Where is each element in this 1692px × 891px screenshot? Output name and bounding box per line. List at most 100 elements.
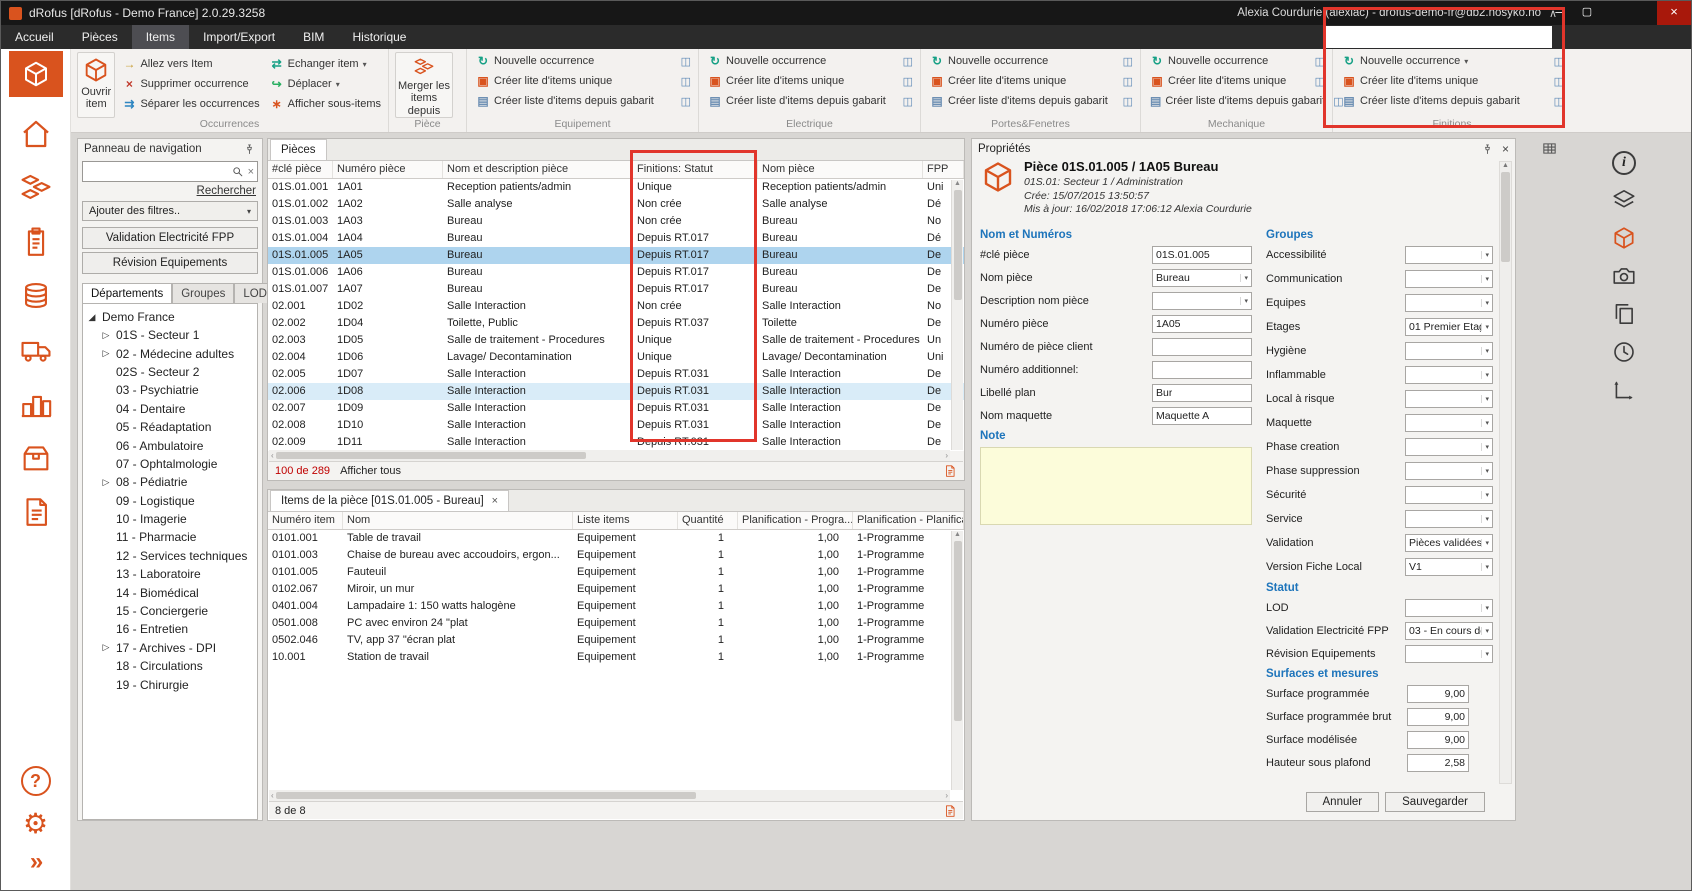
field-select[interactable]: Pièces validées▾: [1405, 534, 1493, 552]
field-select[interactable]: ▾: [1405, 294, 1493, 312]
menu-item[interactable]: Historique: [338, 25, 420, 49]
paste-icon[interactable]: ◫: [673, 95, 691, 108]
field-input[interactable]: 1A05▾: [1152, 315, 1252, 333]
clear-search-icon[interactable]: ×: [248, 166, 254, 178]
column-header[interactable]: FPP: [923, 161, 964, 178]
menu-item[interactable]: Items: [132, 25, 189, 49]
ribbon-button[interactable]: ↻ Nouvelle occurrence▾ ◫: [705, 51, 916, 71]
ribbon-button[interactable]: ▤ Créer liste d'items depuis gabarit▾ ◫: [927, 91, 1136, 111]
column-header[interactable]: Nom pièce: [758, 161, 923, 178]
camera-icon[interactable]: [1611, 263, 1637, 289]
paste-icon[interactable]: ◫: [1546, 95, 1564, 108]
field-select[interactable]: ▾: [1405, 270, 1493, 288]
field-input[interactable]: 01S.01.005▾: [1152, 246, 1252, 264]
menu-item[interactable]: Import/Export: [189, 25, 289, 49]
help-icon[interactable]: ?: [21, 766, 51, 796]
table-row[interactable]: 0101.003 Chaise de bureau avec accoudoir…: [268, 547, 964, 564]
field-select[interactable]: ▾: [1405, 486, 1493, 504]
tree-item[interactable]: ▷ 13 - Laboratoire: [87, 565, 257, 583]
sidebar-item-reports[interactable]: [19, 495, 53, 529]
tree-root[interactable]: ◢ Demo France: [87, 308, 257, 326]
paste-icon[interactable]: ◫: [673, 75, 691, 88]
paste-icon[interactable]: ◫: [1307, 75, 1325, 88]
tree-item[interactable]: ▷ 08 - Pédiatrie: [87, 473, 257, 491]
field-select[interactable]: 01 Premier Etag▾: [1405, 318, 1493, 336]
sidebar-item-systems[interactable]: [19, 387, 53, 421]
tree-item[interactable]: ▷ 01S - Secteur 1: [87, 326, 257, 344]
search-link[interactable]: Rechercher: [197, 185, 256, 197]
report-icon[interactable]: [943, 804, 957, 818]
paste-icon[interactable]: ◫: [1546, 55, 1564, 68]
table-row[interactable]: 01S.01.003 1A03 Bureau Non crée Bureau N…: [268, 213, 964, 230]
tree-item[interactable]: ▷ 11 - Pharmacie: [87, 528, 257, 546]
ribbon-button[interactable]: ↪ Déplacer ▾: [267, 74, 384, 94]
vertical-scrollbar[interactable]: ▲: [951, 180, 963, 450]
cancel-button[interactable]: Annuler: [1306, 792, 1380, 812]
table-row[interactable]: 0101.001 Table de travail Equipement 1 1…: [268, 530, 964, 547]
tree-item[interactable]: ▷ 14 - Biomédical: [87, 583, 257, 601]
tree-item[interactable]: ▷ 06 - Ambulatoire: [87, 436, 257, 454]
table-row[interactable]: 01S.01.004 1A04 Bureau Depuis RT.017 Bur…: [268, 230, 964, 247]
table-row[interactable]: 01S.01.007 1A07 Bureau Depuis RT.017 Bur…: [268, 281, 964, 298]
table-row[interactable]: 0502.046 TV, app 37 "écran plat Equipeme…: [268, 632, 964, 649]
tree-item[interactable]: ▷ 15 - Conciergerie: [87, 602, 257, 620]
tree-collapsed-icon[interactable]: ▷: [101, 330, 111, 341]
ribbon-button[interactable]: ↻ Nouvelle occurrence▾ ◫: [473, 51, 694, 71]
ribbon-button[interactable]: → Allez vers Item: [119, 54, 262, 74]
vertical-scrollbar[interactable]: ▲: [1499, 161, 1512, 784]
report-icon[interactable]: [943, 464, 957, 478]
table-row[interactable]: 01S.01.002 1A02 Salle analyse Non crée S…: [268, 196, 964, 213]
search-input[interactable]: [86, 166, 229, 178]
ribbon-button[interactable]: ↻ Nouvelle occurrence▾ ◫: [1147, 51, 1328, 71]
table-row[interactable]: 10.001 Station de travail Equipement 1 1…: [268, 649, 964, 666]
settings-gear-icon[interactable]: ⚙: [23, 810, 48, 838]
search-icon[interactable]: [231, 165, 244, 178]
table-row[interactable]: 02.004 1D06 Lavage/ Decontamination Uniq…: [268, 349, 964, 366]
paste-icon[interactable]: ◫: [895, 95, 913, 108]
table-row[interactable]: 02.005 1D07 Salle Interaction Depuis RT.…: [268, 366, 964, 383]
maximize-button[interactable]: ▢: [1573, 1, 1601, 25]
tree-item[interactable]: ▷ 12 - Services techniques: [87, 547, 257, 565]
merge-items-button[interactable]: Merger les items depuis: [395, 52, 453, 118]
paste-icon[interactable]: ◫: [895, 55, 913, 68]
pages-icon[interactable]: [1611, 301, 1637, 327]
field-select[interactable]: ▾: [1405, 246, 1493, 264]
close-panel-icon[interactable]: ×: [1502, 142, 1509, 156]
column-header[interactable]: #clé pièce: [268, 161, 333, 178]
save-button[interactable]: Sauvegarder: [1385, 792, 1485, 812]
expand-sidebar-icon[interactable]: »: [30, 848, 41, 876]
tree-item[interactable]: ▷ 17 - Archives - DPI: [87, 639, 257, 657]
column-header[interactable]: Planification - Planificat...: [853, 512, 964, 529]
menu-item[interactable]: BIM: [289, 25, 338, 49]
field-select[interactable]: ▾: [1405, 342, 1493, 360]
column-header[interactable]: Quantité: [678, 512, 738, 529]
tree-item[interactable]: ▷ 04 - Dentaire: [87, 400, 257, 418]
pin-icon[interactable]: [1481, 143, 1494, 156]
nav-tab[interactable]: Départements: [82, 283, 172, 303]
column-header[interactable]: Nom: [343, 512, 573, 529]
field-input[interactable]: 2,58: [1407, 754, 1469, 772]
ribbon-button[interactable]: ▣ Créer lite d'items unique▾ ◫: [705, 71, 916, 91]
tree-item[interactable]: ▷ 03 - Psychiatrie: [87, 381, 257, 399]
close-button[interactable]: ×: [1657, 1, 1691, 25]
ribbon-button[interactable]: ▤ Créer liste d'items depuis gabarit▾ ◫: [1147, 91, 1328, 111]
ribbon-button[interactable]: ⇉ Séparer les occurrences: [119, 94, 262, 114]
field-select[interactable]: ▾: [1405, 438, 1493, 456]
table-row[interactable]: 02.006 1D08 Salle Interaction Depuis RT.…: [268, 383, 964, 400]
ribbon-button[interactable]: ▤ Créer liste d'items depuis gabarit▾ ◫: [1339, 91, 1567, 111]
paste-icon[interactable]: ◫: [1307, 55, 1325, 68]
ribbon-button[interactable]: ↻ Nouvelle occurrence▾ ◫: [1339, 51, 1567, 71]
table-row[interactable]: 01S.01.006 1A06 Bureau Depuis RT.017 Bur…: [268, 264, 964, 281]
tree-item[interactable]: ▷ 09 - Logistique: [87, 492, 257, 510]
field-select[interactable]: V1▾: [1405, 558, 1493, 576]
vertical-scrollbar[interactable]: ▲: [951, 531, 963, 790]
model-cube-icon[interactable]: [1611, 225, 1637, 251]
table-row[interactable]: 0401.004 Lampadaire 1: 150 watts halogèn…: [268, 598, 964, 615]
field-select[interactable]: ▾: [1405, 510, 1493, 528]
close-tab-icon[interactable]: ×: [492, 495, 498, 507]
field-select[interactable]: ▾: [1405, 599, 1493, 617]
ribbon-button[interactable]: × Supprimer occurrence: [119, 74, 262, 94]
ribbon-button[interactable]: ▣ Créer lite d'items unique▾ ◫: [1147, 71, 1328, 91]
horizontal-scrollbar[interactable]: ‹›: [269, 790, 950, 801]
sidebar-item-items[interactable]: [19, 171, 53, 205]
